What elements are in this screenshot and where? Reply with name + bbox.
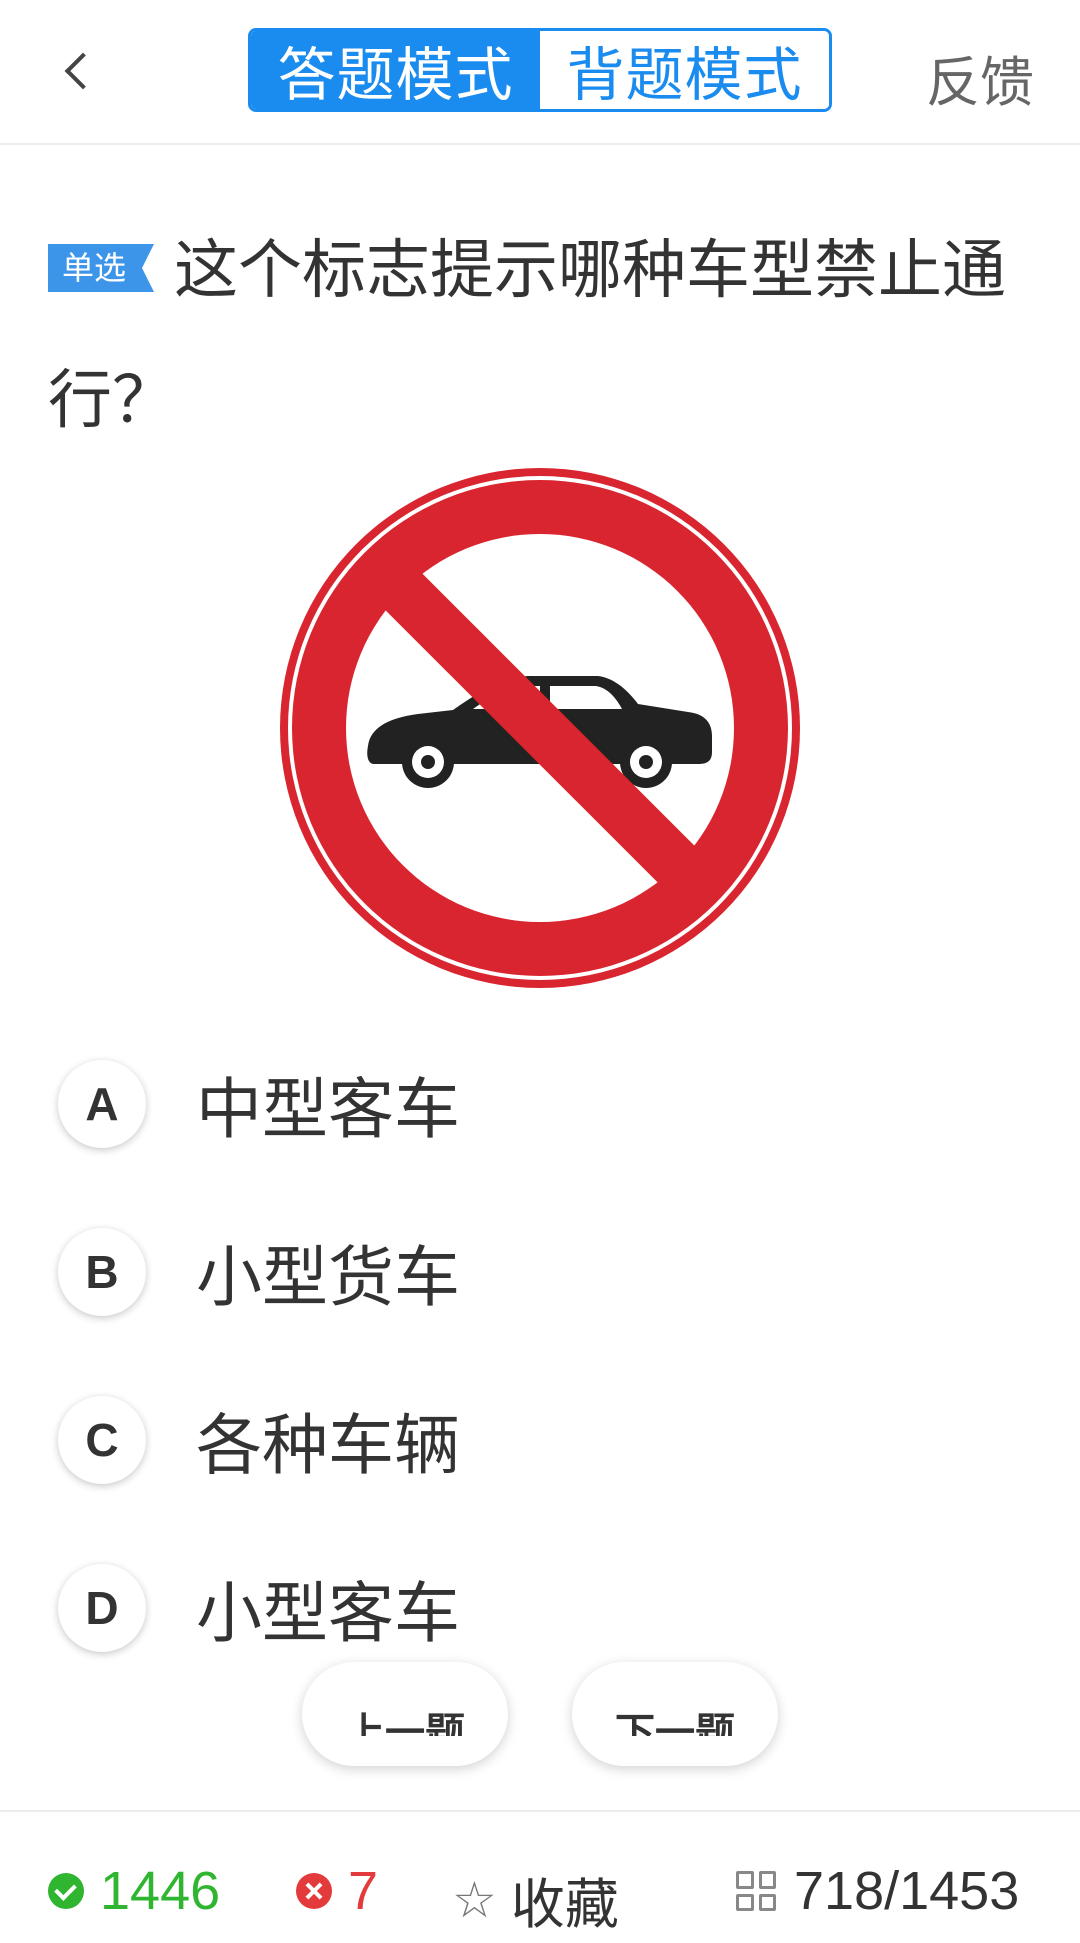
check-circle-icon	[48, 1873, 84, 1909]
option-text: 小型货车	[196, 1239, 460, 1316]
option-text: 小型客车	[196, 1575, 460, 1652]
question-block: 单选 这个标志提示哪种车型禁止通行？	[48, 206, 1038, 466]
option-letter: D	[58, 1564, 146, 1652]
progress-text: 718/1453	[794, 1861, 1020, 1921]
option-a[interactable]: A 中型客车	[58, 1054, 958, 1154]
star-icon: ☆	[452, 1870, 497, 1929]
mode-switch: 答题模式 背题模式	[248, 28, 832, 112]
no-cars-sign-image	[280, 468, 800, 988]
tab-answer-mode[interactable]: 答题模式	[251, 31, 540, 109]
question-type-badge: 单选	[48, 244, 155, 293]
option-letter: C	[58, 1396, 146, 1484]
grid-icon	[736, 1871, 776, 1911]
prev-question-button[interactable]: 上一题	[302, 1662, 508, 1766]
feedback-button[interactable]: 反馈	[926, 38, 1034, 117]
option-b[interactable]: B 小型货车	[58, 1222, 958, 1322]
next-label: 下一题	[615, 1710, 735, 1736]
option-text: 中型客车	[196, 1071, 460, 1148]
wrong-count-stat[interactable]: 7	[296, 1860, 378, 1922]
option-letter: B	[58, 1228, 146, 1316]
correct-count-stat[interactable]: 1446	[48, 1860, 220, 1922]
back-chevron-icon[interactable]	[48, 40, 108, 100]
prev-label: 上一题	[345, 1710, 465, 1736]
question-progress-button[interactable]: 718/1453	[736, 1860, 1019, 1922]
correct-count: 1446	[100, 1861, 221, 1921]
wrong-count: 7	[348, 1861, 379, 1921]
bottom-bar: 1446 7 ☆ 收藏 718/1453	[0, 1810, 1080, 1943]
x-circle-icon	[296, 1873, 332, 1909]
tab-memorize-mode[interactable]: 背题模式	[540, 31, 829, 109]
option-c[interactable]: C 各种车辆	[58, 1390, 958, 1490]
favorite-label: 收藏	[510, 1873, 619, 1936]
next-question-button[interactable]: 下一题	[572, 1662, 778, 1766]
option-letter: A	[58, 1060, 146, 1148]
option-d[interactable]: D 小型客车	[58, 1558, 958, 1658]
top-bar: 答题模式 背题模式 反馈	[0, 0, 1080, 145]
option-text: 各种车辆	[196, 1407, 460, 1484]
favorite-button[interactable]: ☆ 收藏	[452, 1860, 619, 1939]
question-text: 这个标志提示哪种车型禁止通行？	[48, 234, 1007, 438]
